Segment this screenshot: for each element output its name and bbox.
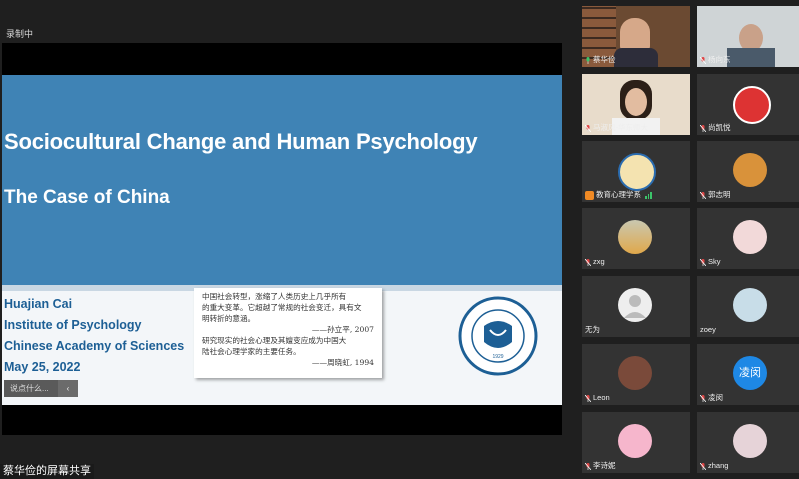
- microphone-icon: [700, 124, 706, 132]
- participant-name: 蔡华俭: [593, 55, 616, 64]
- participant-name-bar: 教育心理学系: [585, 190, 652, 200]
- participant-tile[interactable]: 李诗妮: [582, 412, 690, 473]
- participant-name-bar: 蔡华俭: [585, 55, 616, 65]
- author-academy: Chinese Academy of Sciences: [4, 339, 185, 353]
- participant-name-bar: 杨向东: [700, 55, 731, 65]
- quote-line: 的重大变革。它超越了常规的社会变迁，具有文: [202, 303, 362, 312]
- participant-tile[interactable]: 郭志明: [697, 141, 799, 202]
- slide-subtitle: The Case of China: [4, 187, 170, 208]
- participant-tile[interactable]: zxg: [582, 208, 690, 269]
- avatar: [733, 424, 767, 458]
- participant-name-bar: 马淑风-华东师大: [585, 123, 648, 133]
- participant-name: 凌闵: [708, 393, 723, 402]
- chat-input[interactable]: 说点什么... ‹: [4, 380, 78, 397]
- avatar: [733, 153, 767, 187]
- audio-level-icon: [645, 191, 652, 199]
- participant-name: zhang: [708, 461, 729, 470]
- microphone-icon: [585, 258, 591, 266]
- shared-screen: Sociocultural Change and Human Psycholog…: [2, 43, 562, 435]
- participant-name: 尚凯悦: [708, 123, 731, 132]
- quote-attribution: ——周晓虹, 1994: [311, 358, 374, 367]
- participant-name-bar: Sky: [700, 257, 721, 267]
- microphone-icon: [585, 124, 591, 132]
- slide-date: May 25, 2022: [4, 360, 81, 374]
- participant-tile[interactable]: 马淑风-华东师大: [582, 74, 690, 135]
- author-institute: Institute of Psychology: [4, 318, 142, 332]
- participant-name-bar: 李诗妮: [585, 461, 616, 471]
- quote-line: 陆社会心理学家的主要任务。: [202, 347, 301, 356]
- participant-name: 无为: [585, 325, 600, 334]
- recording-indicator: 录制中: [6, 29, 34, 39]
- microphone-icon: [700, 394, 706, 402]
- quote-line: 中国社会转型，涨缩了人类历史上几乎所有: [202, 292, 347, 301]
- participant-tile[interactable]: Leon: [582, 344, 690, 405]
- avatar: 凌闵: [733, 356, 767, 390]
- avatar: [618, 153, 656, 191]
- participant-tile[interactable]: 杨向东: [697, 6, 799, 67]
- participant-name: 郭志明: [708, 190, 731, 199]
- avatar: [618, 220, 652, 254]
- participant-name: 教育心理学系: [596, 190, 641, 199]
- participant-name-bar: 凌闵: [700, 393, 723, 403]
- participant-tile[interactable]: 无为: [582, 276, 690, 337]
- participant-name-bar: zoey: [700, 325, 716, 335]
- participant-name-bar: zhang: [700, 461, 728, 471]
- participant-tile[interactable]: zhang: [697, 412, 799, 473]
- slide-title-band: [2, 75, 562, 285]
- default-avatar-icon: [618, 288, 652, 322]
- participant-name: Leon: [593, 393, 610, 402]
- quote-line: 研究现实的社会心理及其嬗变应成为中国大: [202, 336, 347, 345]
- microphone-icon: [700, 258, 706, 266]
- microphone-icon: [700, 462, 706, 470]
- quote-box: 中国社会转型，涨缩了人类历史上几乎所有 的重大变革。它超越了常规的社会变迁，具有…: [194, 288, 382, 378]
- microphone-icon: [586, 56, 590, 64]
- avatar: [618, 424, 652, 458]
- quote-line: 明转折的意涵。: [202, 314, 256, 323]
- participant-tile[interactable]: Sky: [697, 208, 799, 269]
- avatar: [733, 86, 771, 124]
- avatar: [733, 220, 767, 254]
- participant-name: zxg: [593, 257, 605, 266]
- person-badge-icon: [585, 190, 594, 200]
- participant-name-bar: 尚凯悦: [700, 123, 731, 133]
- participant-tile[interactable]: 教育心理学系: [582, 141, 690, 202]
- participant-name: zoey: [700, 325, 716, 334]
- microphone-icon: [700, 191, 706, 199]
- microphone-icon: [585, 394, 591, 402]
- quote-attribution: ——孙立平, 2007: [311, 325, 374, 334]
- participant-tile[interactable]: 凌闵 凌闵: [697, 344, 799, 405]
- participant-name: 马淑风-华东师大: [593, 123, 648, 132]
- participant-name-bar: 无为: [585, 325, 600, 335]
- screen-share-owner-label: 蔡华俭的屏幕共享: [0, 464, 94, 479]
- participant-tile[interactable]: 尚凯悦: [697, 74, 799, 135]
- participant-tile[interactable]: 蔡华俭: [582, 6, 690, 67]
- slide-title: Sociocultural Change and Human Psycholog…: [4, 129, 478, 154]
- participant-name: 杨向东: [708, 55, 731, 64]
- microphone-icon: [585, 462, 591, 470]
- avatar: [733, 288, 767, 322]
- microphone-icon: [700, 56, 706, 64]
- chat-collapse-arrow[interactable]: ‹: [58, 380, 78, 397]
- participant-tile[interactable]: zoey: [697, 276, 799, 337]
- participant-name-bar: Leon: [585, 393, 610, 403]
- chat-input-placeholder: 说点什么...: [10, 384, 49, 393]
- participant-name-bar: zxg: [585, 257, 605, 267]
- participant-name-bar: 郭志明: [700, 190, 731, 200]
- seal-year: 1929: [492, 354, 503, 360]
- participant-name: Sky: [708, 257, 721, 266]
- institute-seal-logo: 1929: [458, 296, 538, 376]
- author-name: Huajian Cai: [4, 297, 73, 311]
- participant-name: 李诗妮: [593, 461, 616, 470]
- avatar: [618, 356, 652, 390]
